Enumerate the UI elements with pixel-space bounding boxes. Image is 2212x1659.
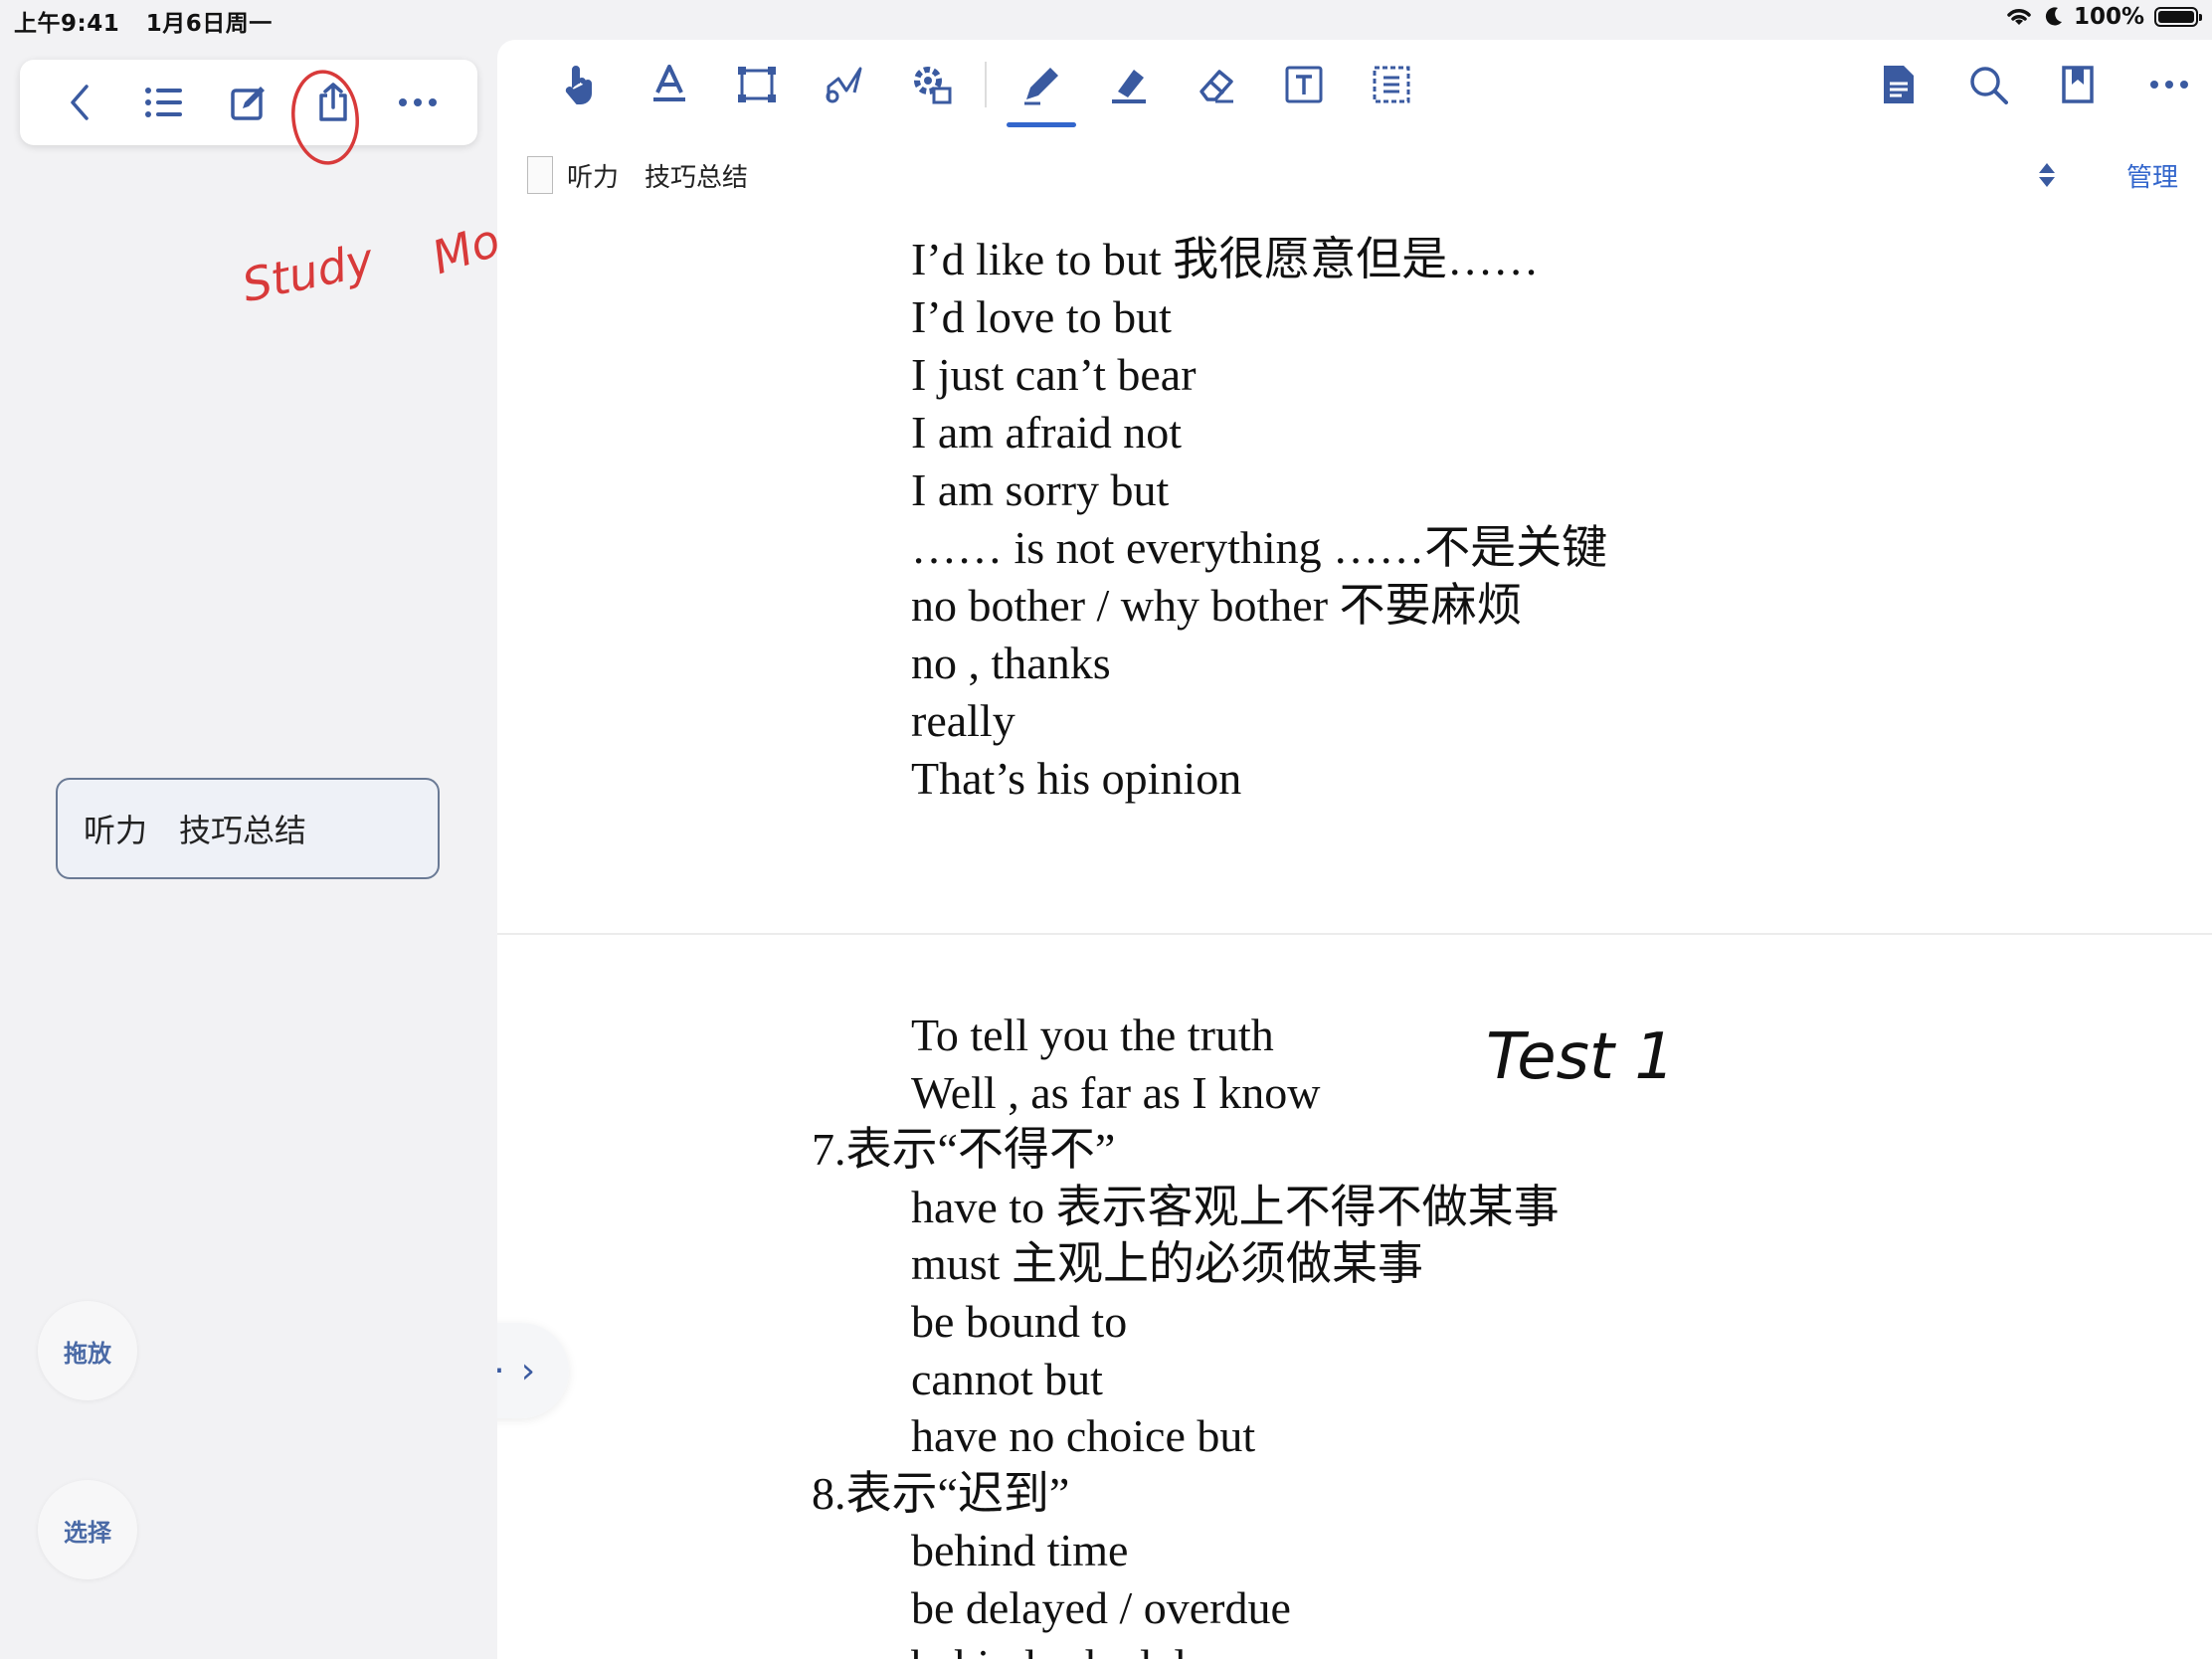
annotation-test: Test 1 (1486, 1020, 1675, 1094)
tab-bar: 听力 技巧总结 管理 (497, 127, 2212, 223)
document-thumbnail-icon (527, 156, 553, 194)
more-icon (2150, 81, 2188, 89)
next-page-button[interactable]: › (521, 1351, 535, 1391)
scan-icon (1373, 66, 1410, 103)
lasso-icon (826, 67, 862, 103)
document-line: behind schedule (911, 1642, 1207, 1659)
textbox-tool[interactable] (1279, 60, 1329, 109)
pen-tool[interactable] (1007, 60, 1076, 127)
document-line: must 主观上的必须做某事 (911, 1238, 1423, 1290)
document-line: I’d love to but (911, 291, 1172, 342)
search-button[interactable] (1963, 60, 2013, 109)
textbox-icon (1285, 66, 1323, 103)
tab-title: 听力 技巧总结 (567, 162, 749, 193)
battery-icon (2154, 7, 2202, 27)
drag-drop-button[interactable]: 拖放 (38, 1301, 137, 1400)
settings-icon (914, 67, 952, 104)
document-line: cannot but (911, 1353, 1103, 1404)
search-icon (1970, 67, 2008, 104)
scan-tool[interactable] (1367, 60, 1416, 109)
text-icon (653, 65, 685, 101)
hand-tool[interactable] (555, 60, 605, 109)
manage-button[interactable]: 管理 (2126, 157, 2178, 194)
document-line: behind time (911, 1525, 1129, 1576)
highlighter-tool[interactable] (1104, 60, 1154, 109)
moon-icon (2045, 7, 2062, 26)
edit-icon (231, 87, 265, 120)
sort-icon[interactable] (2037, 161, 2057, 189)
document-page-1[interactable]: I’d like to but 我很愿意但是…… I’d love to but I… (497, 189, 2212, 933)
back-icon (71, 85, 90, 120)
settings-tool[interactable] (907, 60, 957, 109)
eraser-icon (1199, 70, 1233, 103)
document-line: no , thanks (911, 638, 1111, 688)
main-more-button[interactable] (2144, 60, 2194, 109)
document-icon (1884, 66, 1914, 103)
hand-icon (565, 66, 592, 104)
select-button[interactable]: 选择 (38, 1480, 137, 1579)
handwriting-test-annotation: Test 1 (1486, 1020, 1675, 1094)
left-toolbar (20, 60, 477, 145)
main-panel: I’d like to but 我很愿意但是…… I’d love to but I… (497, 40, 2212, 1659)
tab-bar-right: 管理 (2037, 127, 2178, 223)
outline-button[interactable] (136, 75, 192, 130)
lasso-tool[interactable] (820, 60, 869, 109)
document-line: have to 表示客观上不得不做某事 (911, 1181, 1560, 1232)
status-time: 上午9:41 1月6日周一 (14, 4, 273, 38)
document-heading: 7.表示“不得不” (812, 1124, 1116, 1176)
status-time-text: 上午9:41 (14, 11, 120, 37)
more-icon (398, 98, 437, 106)
document-line: I am afraid not (911, 407, 1183, 458)
status-date-text: 1月6日周一 (145, 11, 273, 37)
annotation-study: Study (238, 233, 379, 313)
edit-button[interactable] (221, 75, 276, 130)
pager-dot: · (497, 1351, 505, 1391)
handwriting-annotations: Study Mode (238, 70, 557, 313)
select-rect-icon (738, 67, 776, 102)
document-page-2[interactable]: Test 1 To tell you the truth Well , as fa… (497, 935, 2212, 1659)
document-line: be delayed / overdue (911, 1582, 1291, 1633)
tab-document[interactable]: 听力 技巧总结 (527, 127, 789, 223)
text-tool[interactable] (645, 60, 694, 109)
drag-drop-label: 拖放 (64, 1339, 111, 1368)
status-right: 100% (2004, 4, 2202, 30)
share-button[interactable] (305, 75, 361, 130)
battery-percent: 100% (2073, 4, 2144, 30)
back-button[interactable] (52, 75, 107, 130)
sidebar-doc-card[interactable]: 听力 技巧总结 (56, 778, 440, 879)
list-icon (145, 88, 183, 117)
document-button[interactable] (1874, 60, 1924, 109)
status-bar: 上午9:41 1月6日周一 100% (0, 0, 2212, 40)
select-label: 选择 (64, 1518, 111, 1547)
highlighter-icon (1112, 70, 1146, 103)
document-line: I just can’t bear (911, 349, 1197, 400)
document-line: have no choice but (911, 1410, 1256, 1462)
document-line: That’s his opinion (911, 753, 1242, 804)
document-line: really (911, 695, 1015, 746)
document-line: …… is not everything ……不是关键 (911, 522, 1608, 573)
select-rect-tool[interactable] (732, 60, 782, 109)
pen-icon (1024, 68, 1058, 105)
more-button[interactable] (390, 75, 446, 130)
bookmark-icon (2062, 66, 2094, 103)
bookmark-button[interactable] (2053, 60, 2103, 109)
document-line: no bother / why bother 不要麻烦 (911, 580, 1523, 631)
document-line: I’d like to but 我很愿意但是…… (911, 234, 1540, 284)
document-line: To tell you the truth (911, 1010, 1274, 1060)
annotation-toolbar (497, 40, 2212, 127)
toolbar-separator (985, 62, 987, 107)
wifi-icon (2007, 9, 2031, 25)
share-icon (319, 83, 347, 121)
document-line: Well , as far as I know (911, 1066, 1321, 1118)
eraser-tool[interactable] (1192, 60, 1241, 109)
document-line: I am sorry but (911, 464, 1170, 515)
document-line: be bound to (911, 1296, 1128, 1347)
document-heading: 8.表示“迟到” (812, 1467, 1070, 1519)
